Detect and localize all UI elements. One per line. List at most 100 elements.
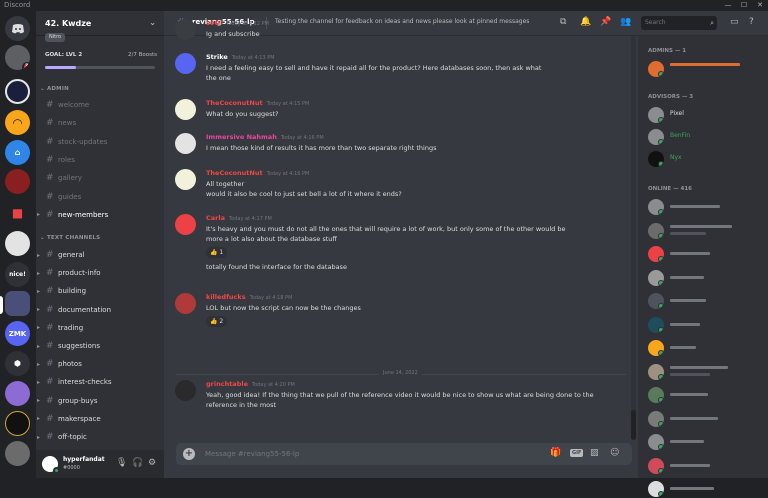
category-text-channels[interactable]: ⌄ TEXT CHANNELS xyxy=(40,235,100,241)
message-timestamp: Today at 4:16 PM xyxy=(280,135,324,141)
close-icon[interactable]: ✕ xyxy=(752,0,768,11)
message-author[interactable]: killedfucks Today at 4:18 PM xyxy=(206,293,292,301)
emoji-icon[interactable]: ☺ xyxy=(610,448,619,458)
server-icon-1[interactable] xyxy=(5,79,30,104)
member-online[interactable] xyxy=(646,480,764,498)
channel-item[interactable]: ▸ # documentation xyxy=(36,302,160,318)
channel-item[interactable]: # welcome xyxy=(36,97,160,113)
gif-button[interactable]: GIF xyxy=(570,449,584,457)
settings-gear-icon[interactable]: ⚙ xyxy=(148,458,156,468)
server-icon-5[interactable] xyxy=(5,231,30,256)
member-online[interactable] xyxy=(646,410,764,428)
message-avatar[interactable] xyxy=(175,169,196,190)
reaction-pill[interactable]: 👍 1 xyxy=(206,247,228,258)
channel-item[interactable]: ▸ # new-members xyxy=(36,207,160,223)
channel-item[interactable]: # roles xyxy=(36,152,160,168)
channel-item[interactable]: ▸ # trading xyxy=(36,320,160,336)
server-icon-9[interactable] xyxy=(5,411,30,436)
help-icon[interactable]: ? xyxy=(749,17,754,27)
message-author[interactable]: TheCoconutNut Today at 4:16 PM xyxy=(206,169,309,177)
channel-item[interactable]: # news xyxy=(36,115,160,131)
home-button[interactable] xyxy=(5,16,30,41)
chat-scrollbar-thumb[interactable] xyxy=(631,410,636,440)
member-avatar xyxy=(648,481,664,497)
channel-item[interactable]: ▸ # off-topic xyxy=(36,429,160,445)
member-online[interactable] xyxy=(646,269,764,287)
channel-topic[interactable]: Testing the channel for feedback on idea… xyxy=(275,18,555,25)
channel-item[interactable]: ▸ # product-info xyxy=(36,265,160,281)
channel-item[interactable]: ▸ # group-buys xyxy=(36,393,160,409)
gift-icon[interactable]: 🎁 xyxy=(550,448,561,458)
channel-item[interactable]: ▸ # makerspace xyxy=(36,411,160,427)
member-online[interactable] xyxy=(646,386,764,404)
channel-item[interactable]: ▸ # general xyxy=(36,247,160,263)
message-avatar[interactable] xyxy=(175,214,196,235)
member-advisor[interactable]: Nyx xyxy=(646,150,764,168)
channel-item[interactable]: # stock-updates xyxy=(36,134,160,150)
member-online[interactable] xyxy=(646,198,764,216)
member-advisor[interactable]: BenFin xyxy=(646,128,764,146)
member-avatar xyxy=(648,387,664,403)
user-avatar[interactable] xyxy=(42,456,60,474)
message-avatar[interactable] xyxy=(175,380,196,401)
member-online[interactable] xyxy=(646,292,764,310)
microphone-icon[interactable]: 🎙 xyxy=(116,458,127,468)
server-icon-10[interactable] xyxy=(5,441,30,466)
headphones-icon[interactable]: 🎧 xyxy=(132,458,143,468)
server-icon-zmk[interactable]: ZMK xyxy=(5,321,30,346)
message-author[interactable]: TheCoconutNut Today at 4:15 PM xyxy=(206,99,309,107)
server-icon-nice[interactable]: nice! xyxy=(5,262,30,287)
sticker-icon[interactable]: ▨ xyxy=(590,448,599,458)
member-name-redacted xyxy=(670,224,732,228)
message-avatar[interactable] xyxy=(175,99,196,120)
server-icon-headphones[interactable]: ◠ xyxy=(5,110,30,135)
message-author[interactable]: s0Ol Today at 4:12 PM xyxy=(206,19,269,27)
upload-plus-icon[interactable]: + xyxy=(183,448,195,460)
chat-scrollbar-track[interactable] xyxy=(631,36,636,440)
channel-item[interactable]: ▸ # interest-checks xyxy=(36,374,160,390)
expand-caret-icon: ▸ xyxy=(37,287,41,295)
message-author[interactable]: Immersive Nahmah Today at 4:16 PM xyxy=(206,133,324,141)
member-online[interactable] xyxy=(646,245,764,263)
channel-hash-icon: # xyxy=(46,154,54,165)
server-dm-avatar[interactable]: 3 xyxy=(5,45,30,70)
inbox-icon[interactable]: ▭ xyxy=(730,17,739,27)
server-icon-home[interactable]: ⌂ xyxy=(5,140,30,165)
message-avatar[interactable] xyxy=(175,133,196,154)
member-online[interactable] xyxy=(646,457,764,475)
threads-icon[interactable]: ⧉ xyxy=(560,17,566,27)
pin-icon[interactable]: 📌 xyxy=(600,17,611,27)
channel-item[interactable]: ▸ # building xyxy=(36,283,160,299)
maximize-icon[interactable]: ☐ xyxy=(736,0,752,11)
member-admin[interactable] xyxy=(646,60,764,78)
server-icon-cube[interactable]: ⬢ xyxy=(5,351,30,376)
member-online[interactable] xyxy=(646,222,764,240)
channel-item[interactable]: ▸ # photos xyxy=(36,356,160,372)
message-author[interactable]: Strike Today at 4:13 PM xyxy=(206,53,275,61)
channel-item[interactable]: # gallery xyxy=(36,170,160,186)
member-online[interactable] xyxy=(646,339,764,357)
channel-item[interactable]: ▸ # suggestions xyxy=(36,338,160,354)
category-admin[interactable]: ⌄ ADMIN xyxy=(40,86,69,92)
message-author[interactable]: Carla Today at 4:17 PM xyxy=(206,214,272,222)
member-online[interactable] xyxy=(646,363,764,381)
minimize-icon[interactable]: — xyxy=(720,0,736,11)
server-icon-active[interactable] xyxy=(5,291,30,316)
message-avatar[interactable] xyxy=(175,293,196,314)
message-author[interactable]: grinchtable Today at 4:20 PM xyxy=(206,380,295,388)
message-avatar[interactable] xyxy=(175,53,196,74)
server-icon-3[interactable] xyxy=(5,169,30,194)
search-input[interactable]: Search ⌕ xyxy=(641,16,717,30)
server-icon-8[interactable] xyxy=(5,381,30,406)
message-avatar[interactable] xyxy=(175,19,196,40)
member-online[interactable] xyxy=(646,433,764,451)
member-advisor[interactable]: Pixel xyxy=(646,106,764,124)
reaction-pill[interactable]: 👍 2 xyxy=(206,316,228,327)
member-list-icon[interactable]: 👥 xyxy=(620,17,631,27)
member-online[interactable] xyxy=(646,316,764,334)
server-icon-4[interactable]: ■ xyxy=(5,200,30,225)
notification-bell-icon[interactable]: 🔔 xyxy=(580,17,591,27)
boost-goal[interactable]: GOAL: LVL 2 2/7 Boosts xyxy=(45,52,157,58)
channel-item[interactable]: # guides xyxy=(36,189,160,205)
message-composer[interactable]: + Message #reviang55-56-lp 🎁 GIF ▨ ☺ xyxy=(176,443,632,465)
